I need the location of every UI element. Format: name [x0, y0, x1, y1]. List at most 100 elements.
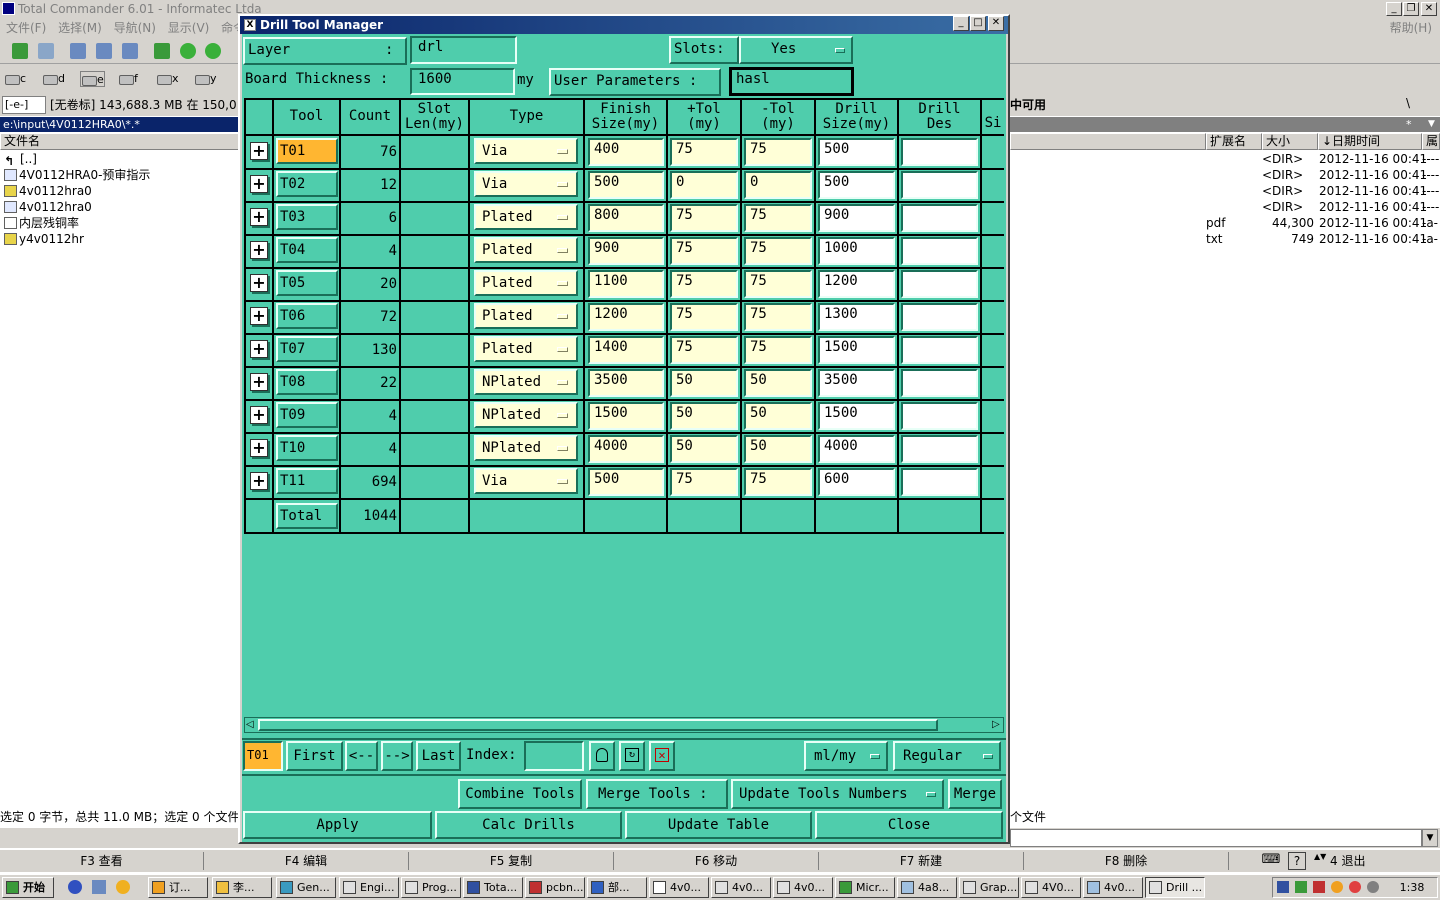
- drill-des-field[interactable]: [901, 402, 978, 430]
- media-icon[interactable]: [116, 880, 130, 894]
- start-button[interactable]: 开始: [2, 877, 54, 898]
- drive-y-button[interactable]: y: [194, 71, 217, 87]
- finish-size-field[interactable]: 400: [588, 138, 664, 166]
- task-button[interactable]: 4v0...: [711, 877, 771, 898]
- expand-row-button[interactable]: +: [250, 373, 268, 391]
- tool-button[interactable]: T01: [276, 138, 338, 164]
- dialog-title-bar[interactable]: X Drill Tool Manager: [240, 16, 1008, 34]
- header-si[interactable]: Si: [982, 100, 1004, 133]
- last-button[interactable]: Last: [416, 741, 461, 771]
- drill-des-field[interactable]: [901, 468, 978, 496]
- drill-size-field[interactable]: 1200: [818, 270, 895, 298]
- merge-mode-dropdown[interactable]: Update Tools Numbers: [731, 779, 944, 809]
- drill-size-field[interactable]: 4000: [818, 435, 895, 463]
- drill-size-field[interactable]: 1500: [818, 402, 895, 430]
- scroll-left-icon[interactable]: ◁: [246, 719, 254, 731]
- prev-button[interactable]: <--: [345, 741, 378, 771]
- plus-tol-field[interactable]: 75: [670, 237, 738, 265]
- finish-size-field[interactable]: 1500: [588, 402, 664, 430]
- task-button[interactable]: 4a8...: [897, 877, 957, 898]
- f8-delete-button[interactable]: F8 删除: [1024, 852, 1229, 870]
- task-button[interactable]: 4v0...: [773, 877, 833, 898]
- sort-icon[interactable]: [154, 43, 170, 59]
- combine-tools-button[interactable]: Combine Tools: [458, 779, 582, 809]
- task-button[interactable]: 李...: [212, 877, 272, 898]
- tool-button[interactable]: T10: [276, 435, 338, 461]
- dialog-minimize-button[interactable]: _: [953, 16, 969, 31]
- tool-button[interactable]: T03: [276, 204, 338, 230]
- drive-d-button[interactable]: d: [42, 71, 65, 87]
- minus-tol-field[interactable]: 75: [744, 237, 812, 265]
- mode-dropdown[interactable]: Regular: [893, 741, 1001, 771]
- task-button[interactable]: pcbn...: [525, 877, 585, 898]
- type-dropdown[interactable]: Plated: [474, 204, 578, 230]
- left-path[interactable]: e:\input\4V0112HRA0\*.*: [0, 117, 240, 132]
- tray-app-icon[interactable]: [1349, 881, 1361, 893]
- list-item[interactable]: 内层残铜率: [4, 215, 79, 231]
- exit-button[interactable]: 4 退出: [1330, 852, 1365, 870]
- update-table-button[interactable]: Update Table: [625, 811, 812, 839]
- header-slot-len[interactable]: Slot Len(my): [401, 100, 468, 133]
- minus-tol-field[interactable]: 75: [744, 468, 812, 496]
- expand-row-button[interactable]: +: [250, 307, 268, 325]
- first-button[interactable]: First: [286, 741, 343, 771]
- tray-app-icon[interactable]: [1313, 881, 1325, 893]
- tray-app-icon[interactable]: [1367, 881, 1379, 893]
- drill-size-field[interactable]: 1000: [818, 237, 895, 265]
- chevron-down-icon[interactable]: ▼: [1428, 117, 1435, 132]
- plus-tol-field[interactable]: 0: [670, 171, 738, 199]
- merge-button[interactable]: Merge: [948, 779, 1002, 809]
- header-finish-size[interactable]: Finish Size(my): [585, 100, 666, 133]
- help-menu[interactable]: 帮助(H): [1390, 18, 1432, 38]
- minus-tol-field[interactable]: 75: [744, 270, 812, 298]
- drive-x-button[interactable]: x: [156, 71, 179, 87]
- layer-field[interactable]: drl: [410, 36, 517, 64]
- f4-edit-button[interactable]: F4 编辑: [204, 852, 409, 870]
- drill-des-field[interactable]: [901, 171, 978, 199]
- minus-tol-field[interactable]: 75: [744, 204, 812, 232]
- right-header-attr[interactable]: 属: [1422, 133, 1440, 150]
- tool-button[interactable]: T05: [276, 270, 338, 296]
- close-button[interactable]: ✕: [1421, 2, 1437, 16]
- info-button[interactable]: [589, 741, 615, 771]
- keyboard-icon[interactable]: ⌨: [1260, 852, 1282, 870]
- expand-row-button[interactable]: +: [250, 439, 268, 457]
- expand-row-button[interactable]: +: [250, 472, 268, 490]
- task-button[interactable]: Micr...: [835, 877, 895, 898]
- units-dropdown[interactable]: ml/my: [804, 741, 888, 771]
- minus-tol-field[interactable]: 75: [744, 336, 812, 364]
- tool-button[interactable]: T02: [276, 171, 338, 197]
- list-item[interactable]: 4V0112HRA0-预审指示: [4, 167, 150, 183]
- f6-move-button[interactable]: F6 移动: [614, 852, 819, 870]
- drive-e-button[interactable]: e: [80, 71, 105, 87]
- root-button[interactable]: \: [1406, 96, 1410, 110]
- finish-size-field[interactable]: 4000: [588, 435, 664, 463]
- task-button[interactable]: 部...: [587, 877, 647, 898]
- minus-tol-field[interactable]: 50: [744, 402, 812, 430]
- detail-view-icon[interactable]: [96, 43, 112, 59]
- next-button[interactable]: -->: [381, 741, 413, 771]
- restore-button[interactable]: ❐: [1403, 2, 1419, 16]
- slots-dropdown[interactable]: Yes: [739, 36, 853, 64]
- drill-size-field[interactable]: 600: [818, 468, 895, 496]
- list-item[interactable]: 4v0112hra0: [4, 199, 92, 215]
- tool-button[interactable]: T11: [276, 468, 338, 494]
- header-drill-des[interactable]: Drill Des: [899, 100, 980, 133]
- minimize-button[interactable]: _: [1386, 2, 1402, 16]
- task-button[interactable]: Gen...: [276, 877, 336, 898]
- plus-tol-field[interactable]: 75: [670, 138, 738, 166]
- list-item[interactable]: 4v0112hra0: [4, 183, 92, 199]
- command-input[interactable]: [1010, 829, 1422, 847]
- drill-des-field[interactable]: [901, 237, 978, 265]
- drive-select[interactable]: [-e-]: [2, 96, 46, 114]
- drill-des-field[interactable]: [901, 303, 978, 331]
- plus-tol-field[interactable]: 75: [670, 468, 738, 496]
- f5-copy-button[interactable]: F5 复制: [409, 852, 614, 870]
- refresh-icon[interactable]: [12, 43, 28, 59]
- plus-tol-field[interactable]: 75: [670, 303, 738, 331]
- minus-tol-field[interactable]: 75: [744, 138, 812, 166]
- drill-size-field[interactable]: 900: [818, 204, 895, 232]
- task-button[interactable]: Prog...: [401, 877, 461, 898]
- right-path[interactable]: * ▼: [1010, 117, 1440, 132]
- drill-des-field[interactable]: [901, 204, 978, 232]
